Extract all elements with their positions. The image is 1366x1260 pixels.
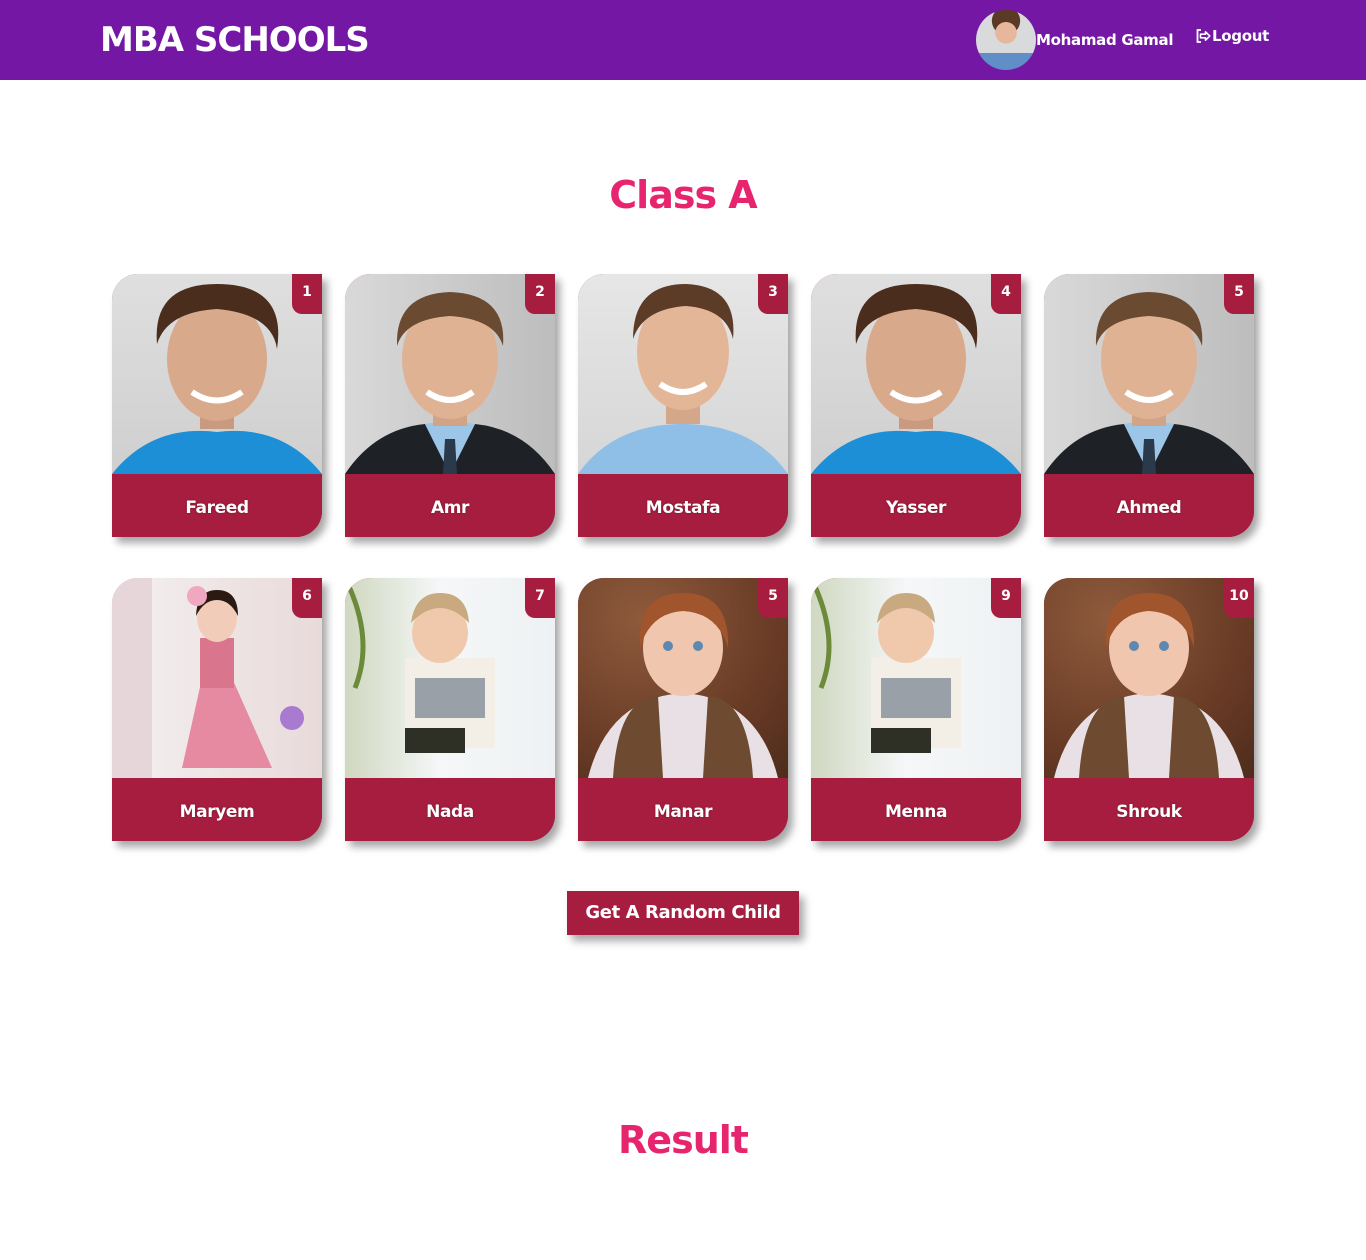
logout-label: Logout <box>1212 27 1269 45</box>
child-number-badge: 7 <box>525 578 555 618</box>
brand-logo[interactable]: MBA SCHOOLS <box>100 18 370 62</box>
child-card[interactable]: 7 Nada <box>345 578 555 841</box>
child-photo <box>1044 578 1254 778</box>
child-number-badge: 4 <box>991 274 1021 314</box>
child-name: Manar <box>578 778 788 841</box>
child-photo <box>345 274 555 474</box>
child-card[interactable]: 1 Fareed <box>112 274 322 537</box>
child-number-badge: 5 <box>758 578 788 618</box>
child-photo <box>811 274 1021 474</box>
child-card[interactable]: 5 Ahmed <box>1044 274 1254 537</box>
child-number-badge: 1 <box>292 274 322 314</box>
child-name: Menna <box>811 778 1021 841</box>
child-photo <box>345 578 555 778</box>
child-name: Ahmed <box>1044 474 1254 537</box>
random-child-button[interactable]: Get A Random Child <box>567 891 799 935</box>
child-photo <box>112 578 322 778</box>
class-title: Class A <box>609 173 757 217</box>
child-number-badge: 10 <box>1224 578 1254 618</box>
child-card[interactable]: 9 Menna <box>811 578 1021 841</box>
child-number-badge: 2 <box>525 274 555 314</box>
child-photo <box>811 578 1021 778</box>
child-number-badge: 6 <box>292 578 322 618</box>
child-card[interactable]: 3 Mostafa <box>578 274 788 537</box>
child-photo <box>112 274 322 474</box>
logout-icon <box>1196 29 1211 43</box>
child-name: Yasser <box>811 474 1021 537</box>
child-card[interactable]: 10 Shrouk <box>1044 578 1254 841</box>
child-photo <box>1044 274 1254 474</box>
navbar: MBA SCHOOLS Mohamad Gamal Logout <box>0 0 1366 80</box>
child-photo <box>578 274 788 474</box>
child-card[interactable]: 2 Amr <box>345 274 555 537</box>
child-name: Amr <box>345 474 555 537</box>
avatar[interactable] <box>976 10 1036 70</box>
child-name: Nada <box>345 778 555 841</box>
user-profile[interactable]: Mohamad Gamal <box>976 10 1173 70</box>
child-card[interactable]: 5 Manar <box>578 578 788 841</box>
child-photo <box>578 578 788 778</box>
child-card[interactable]: 4 Yasser <box>811 274 1021 537</box>
child-name: Shrouk <box>1044 778 1254 841</box>
child-number-badge: 5 <box>1224 274 1254 314</box>
logout-link[interactable]: Logout <box>1195 27 1269 45</box>
child-name: Mostafa <box>578 474 788 537</box>
child-number-badge: 3 <box>758 274 788 314</box>
child-name: Maryem <box>112 778 322 841</box>
child-name: Fareed <box>112 474 322 537</box>
result-title: Result <box>618 1118 749 1162</box>
user-name[interactable]: Mohamad Gamal <box>1036 31 1173 49</box>
child-card[interactable]: 6 Maryem <box>112 578 322 841</box>
child-number-badge: 9 <box>991 578 1021 618</box>
